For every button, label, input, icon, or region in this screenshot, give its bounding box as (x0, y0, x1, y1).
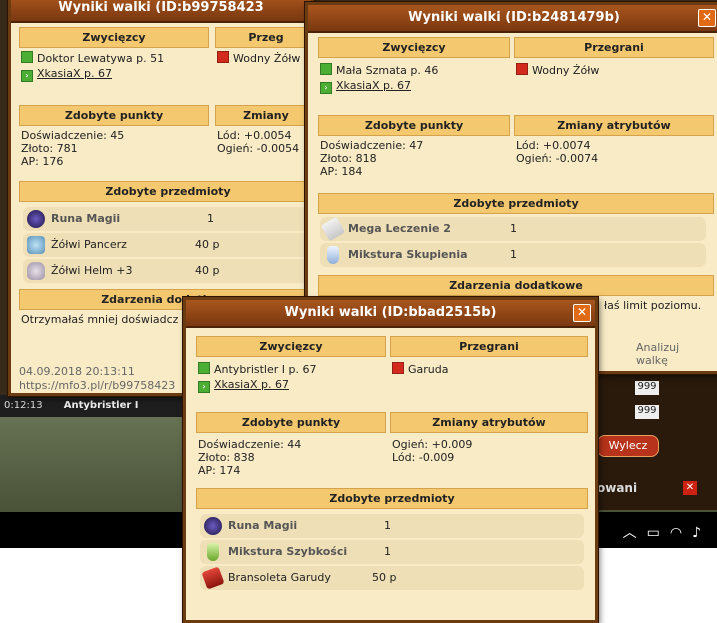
helm-icon (27, 262, 45, 280)
item-row[interactable]: Mikstura Szybkości 1 (200, 540, 584, 564)
qty-field-a[interactable]: 999 (635, 381, 659, 395)
wylecz-button[interactable]: Wylecz (597, 435, 659, 457)
runa-icon (204, 517, 222, 535)
items-header: Zdobyte przedmioty (196, 488, 588, 509)
losers-header: Przegrani (514, 37, 714, 58)
event-text: Otrzymałaś mniej doświadcz (21, 313, 179, 326)
arrow-icon: › (21, 70, 33, 82)
points-exp: Doświadczenie: 45 (21, 129, 125, 142)
loser-1: Garuda (392, 362, 448, 376)
item-row[interactable]: Żółwi Pancerz 40 p (23, 233, 313, 257)
losers-header: Przeg (215, 27, 317, 48)
window-title[interactable]: Wyniki walki (ID:bbad2515b) (186, 300, 595, 328)
system-tray: ︿▭◠♪ (623, 522, 711, 542)
status-green-icon (21, 51, 33, 63)
losers-header: Przegrani (390, 336, 588, 357)
change-2: Lód: -0.009 (392, 451, 455, 464)
runa-icon (27, 210, 45, 228)
volume-icon[interactable]: ♪ (692, 525, 711, 541)
points-ap: AP: 184 (320, 165, 363, 178)
battle-result-window-3: Wyniki walki (ID:bbad2515b) ✕ Zwycięzcy … (183, 297, 598, 623)
winners-header: Zwycięzcy (196, 336, 386, 357)
pancerz-icon (27, 236, 45, 254)
status-red-icon (392, 362, 404, 374)
bransoleta-icon (201, 566, 225, 590)
arrow-icon: › (320, 82, 332, 94)
potion-icon (327, 246, 339, 264)
winner-1: Doktor Lewatywa p. 51 (21, 51, 164, 65)
qty-field-b[interactable]: 999 (635, 405, 659, 419)
scroll-icon (320, 216, 346, 242)
status-green-icon (198, 362, 210, 374)
loser-1: Wodny Żółw (217, 51, 300, 65)
items-header: Zdobyte przedmioty (19, 181, 317, 202)
side-panel: 999 999 Wylecz owani ✕ (595, 375, 717, 510)
points-exp: Doświadczenie: 47 (320, 139, 424, 152)
winner-2[interactable]: › XkasiaX p. 67 (320, 79, 411, 94)
winner-2[interactable]: › XkasiaX p. 67 (198, 378, 289, 393)
item-row[interactable]: Żółwi Helm +3 40 p (23, 259, 313, 283)
points-header: Zdobyte punkty (196, 412, 386, 433)
points-ap: AP: 176 (21, 155, 64, 168)
item-row[interactable]: Bransoleta Garudy 50 p (200, 566, 584, 590)
item-row[interactable]: Runa Magii 1 (200, 514, 584, 538)
points-gold: Złoto: 818 (320, 152, 377, 165)
arrow-icon: › (198, 381, 210, 393)
ticker-time: 0:12:13 (4, 400, 43, 411)
chevron-up-icon[interactable]: ︿ (623, 525, 647, 541)
points-gold: Złoto: 781 (21, 142, 78, 155)
points-ap: AP: 174 (198, 464, 241, 477)
points-exp: Doświadczenie: 44 (198, 438, 302, 451)
items-header: Zdobyte przedmioty (318, 193, 714, 214)
winner-2[interactable]: › XkasiaX p. 67 (21, 67, 112, 82)
points-header: Zdobyte punkty (19, 105, 209, 126)
wifi-icon[interactable]: ◠ (670, 525, 692, 541)
change-2: Ogień: -0.0054 (217, 142, 300, 155)
item-row[interactable]: Mikstura Skupienia 1 (320, 243, 706, 267)
loser-1: Wodny Żółw (516, 63, 599, 77)
battle-url[interactable]: https://mfo3.pl/r/b99758423 (19, 379, 175, 392)
winners-header: Zwycięzcy (19, 27, 209, 48)
close-icon[interactable]: ✕ (698, 9, 716, 27)
winner-1: Mała Szmata p. 46 (320, 63, 438, 77)
changes-header: Zmiany atrybutów (390, 412, 588, 433)
item-row[interactable]: Mega Leczenie 2 1 (320, 216, 706, 242)
item-row[interactable]: Runa Magii 1 (23, 207, 313, 231)
events-header: Zdarzenia dodatkowe (318, 275, 714, 296)
changes-header: Zmiany (215, 105, 317, 126)
changes-header: Zmiany atrybutów (514, 115, 714, 136)
combat-ticker: 0:12:13 Antybristler I (0, 395, 194, 417)
close-icon[interactable]: ✕ (683, 481, 697, 495)
potion-icon (207, 543, 219, 561)
change-1: Ogień: +0.009 (392, 438, 473, 451)
event-text: łaś limit poziomu. (604, 299, 702, 312)
owani-label: owani (597, 481, 638, 495)
window-title[interactable]: Wyniki walki (ID:b99758423 (11, 0, 311, 23)
winners-header: Zwycięzcy (318, 37, 510, 58)
status-red-icon (516, 63, 528, 75)
battery-icon[interactable]: ▭ (647, 525, 670, 541)
change-1: Lód: +0.0074 (516, 139, 591, 152)
analyze-link[interactable]: Analizuj walkę (636, 341, 714, 367)
change-2: Ogień: -0.0074 (516, 152, 599, 165)
status-red-icon (217, 51, 229, 63)
winner-1: Antybristler I p. 67 (198, 362, 316, 376)
window-title[interactable]: Wyniki walki (ID:b2481479b) (308, 5, 717, 33)
status-green-icon (320, 63, 332, 75)
points-header: Zdobyte punkty (318, 115, 510, 136)
close-icon[interactable]: ✕ (573, 304, 591, 322)
change-1: Lód: +0.0054 (217, 129, 292, 142)
ticker-name: Antybristler I (63, 400, 139, 411)
battle-date: 04.09.2018 20:13:11 (19, 365, 135, 378)
points-gold: Złoto: 838 (198, 451, 255, 464)
